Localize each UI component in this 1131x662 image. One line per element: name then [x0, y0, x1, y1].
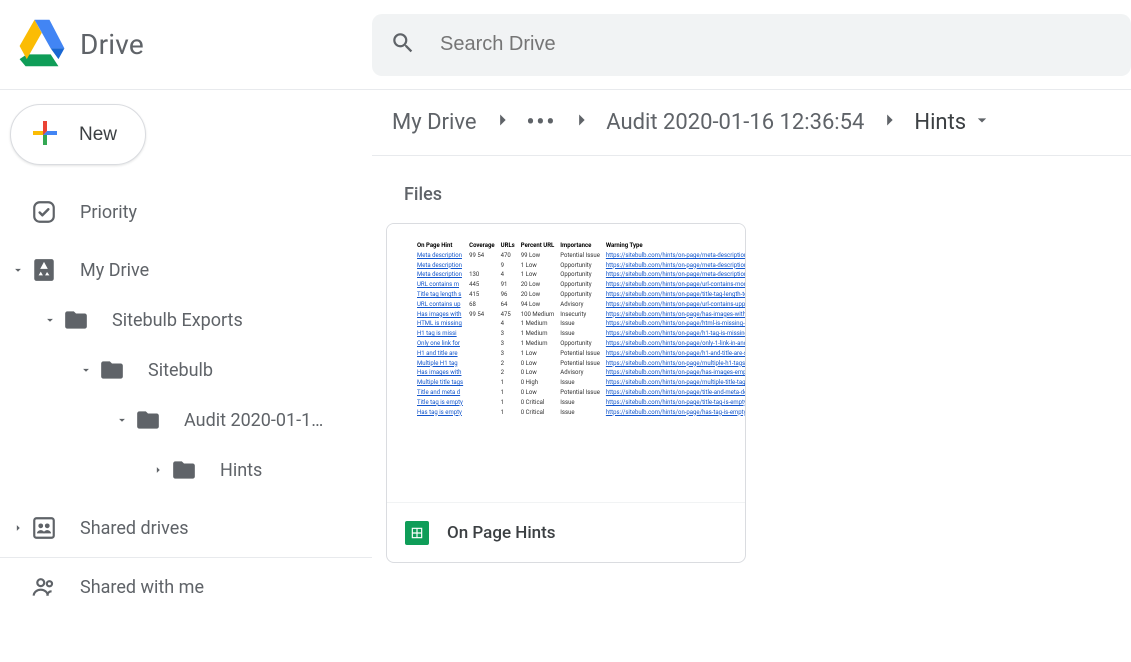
chevron-right-icon [491, 109, 513, 137]
file-name: On Page Hints [447, 523, 556, 543]
tree-label: Hints [220, 460, 262, 481]
tree-hints[interactable]: Hints [0, 445, 372, 495]
chevron-right-icon[interactable] [6, 521, 30, 535]
nav-shared-drives[interactable]: Shared drives [0, 503, 372, 553]
search-bar[interactable] [372, 14, 1131, 76]
nav-priority[interactable]: Priority [0, 187, 372, 237]
breadcrumb-audit[interactable]: Audit 2020-01-16 12:36:54 [600, 106, 870, 139]
breadcrumb-current[interactable]: Hints [908, 106, 998, 140]
folder-icon [170, 456, 198, 484]
nav-shared-drives-label: Shared drives [80, 518, 189, 539]
breadcrumb-overflow[interactable]: ••• [521, 106, 563, 139]
tree-audit[interactable]: Audit 2020-01-1… [0, 395, 372, 445]
chevron-right-icon [878, 109, 900, 137]
shared-with-me-icon [30, 573, 58, 601]
tree-sitebulb-exports[interactable]: Sitebulb Exports [0, 295, 372, 345]
chevron-down-icon[interactable] [110, 413, 134, 427]
file-card-footer: On Page Hints [387, 502, 745, 562]
separator [0, 557, 372, 558]
chevron-down-icon[interactable] [6, 263, 30, 277]
dropdown-caret-icon [972, 110, 992, 136]
file-card[interactable]: On Page HintCoverageURLsPercent URLImpor… [386, 223, 746, 563]
tree-sitebulb[interactable]: Sitebulb [0, 345, 372, 395]
logo-area[interactable]: Drive [16, 17, 372, 73]
chevron-down-icon[interactable] [38, 313, 62, 327]
breadcrumb: My Drive ••• Audit 2020-01-16 12:36:54 H… [372, 90, 1131, 156]
folder-icon [62, 306, 90, 334]
search-input[interactable] [440, 33, 1113, 56]
nav-shared-with-me[interactable]: Shared with me [0, 562, 372, 612]
tree-label: Sitebulb [148, 360, 213, 381]
new-button-label: New [79, 124, 117, 146]
app-title: Drive [80, 28, 144, 61]
shared-drives-icon [30, 514, 58, 542]
my-drive-icon [30, 256, 58, 284]
sidebar: New Priority My Drive [0, 90, 372, 662]
nav-shared-with-me-label: Shared with me [80, 577, 204, 598]
search-icon [390, 30, 416, 60]
breadcrumb-root[interactable]: My Drive [386, 106, 483, 139]
new-button[interactable]: New [10, 104, 146, 165]
chevron-down-icon[interactable] [74, 363, 98, 377]
main-panel: My Drive ••• Audit 2020-01-16 12:36:54 H… [372, 90, 1131, 662]
nav-my-drive[interactable]: My Drive [0, 245, 372, 295]
file-thumbnail: On Page HintCoverageURLsPercent URLImpor… [387, 224, 745, 502]
priority-icon [30, 198, 58, 226]
files-section-label: Files [372, 156, 1131, 223]
nav-my-drive-label: My Drive [80, 260, 149, 281]
sheets-icon [405, 521, 429, 545]
nav-priority-label: Priority [80, 202, 137, 223]
tree-label: Audit 2020-01-1… [184, 410, 323, 431]
folder-icon [98, 356, 126, 384]
chevron-right-icon [570, 109, 592, 137]
drive-logo-icon [16, 17, 68, 73]
folder-icon [134, 406, 162, 434]
chevron-right-icon[interactable] [146, 463, 170, 477]
tree-label: Sitebulb Exports [112, 310, 243, 331]
topbar: Drive [0, 0, 1131, 90]
plus-icon [27, 115, 63, 154]
breadcrumb-current-label: Hints [914, 110, 966, 135]
